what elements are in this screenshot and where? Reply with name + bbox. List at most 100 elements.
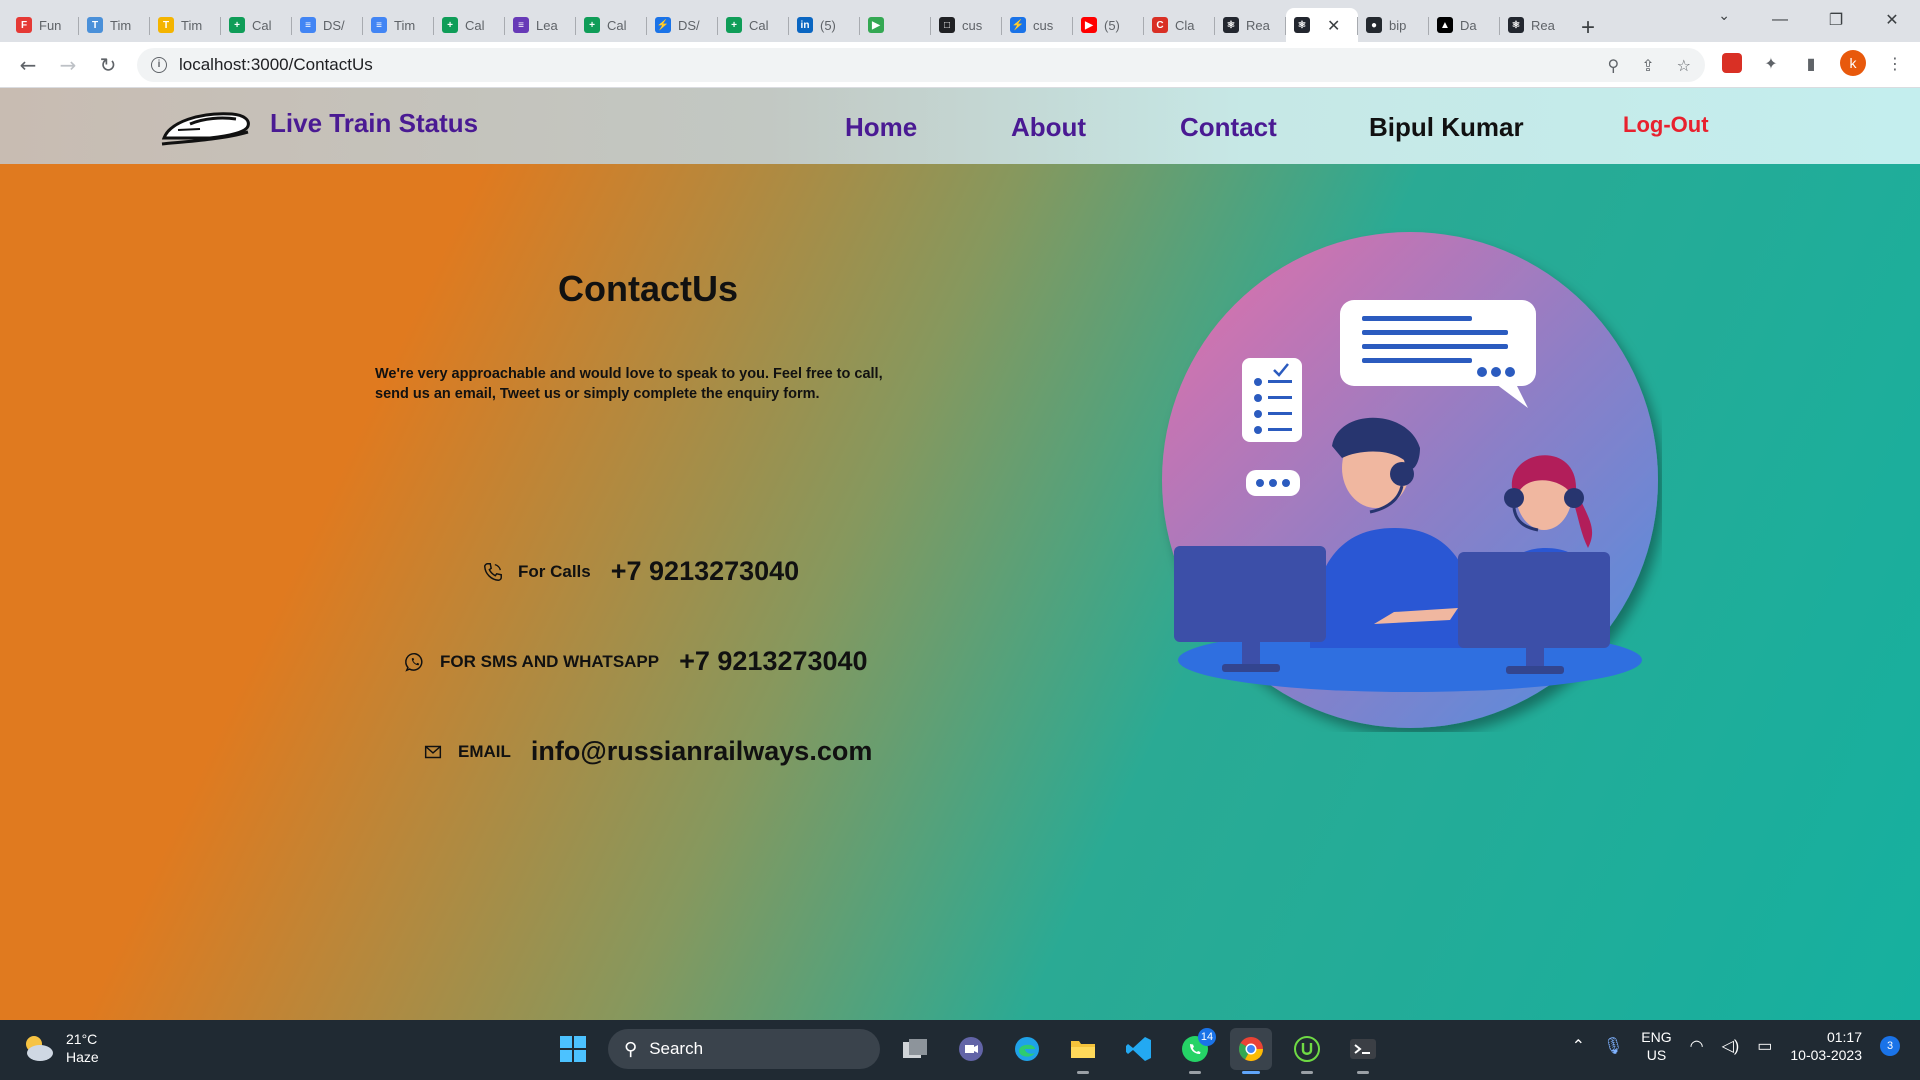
browser-tab[interactable]: T Tim (150, 8, 221, 42)
notification-badge[interactable]: 3 (1880, 1036, 1900, 1056)
share-icon[interactable]: ⇪ (1641, 56, 1654, 75)
toolbar-right: ✦ ▮ k ⋮ (1722, 50, 1906, 76)
envelope-icon (424, 745, 442, 758)
browser-tab[interactable]: ⚛ ✕ (1286, 8, 1358, 42)
browser-tab[interactable]: + Cal (718, 8, 789, 42)
battery-icon[interactable]: ▭ (1757, 1036, 1772, 1056)
restore-icon[interactable]: ❐ (1808, 10, 1864, 30)
site-brand[interactable]: Live Train Status (270, 108, 478, 139)
tab-title: Cal (607, 17, 627, 33)
browser-tab[interactable]: + Cal (221, 8, 292, 42)
forward-arrow-icon[interactable]: → (48, 53, 88, 77)
tab-favicon-icon: ≡ (300, 17, 316, 33)
calls-row: For Calls +7 9213273040 (482, 556, 799, 587)
browser-tab[interactable]: ⚡ cus (1002, 8, 1073, 42)
sms-label: FOR SMS AND WHATSAPP (440, 651, 660, 671)
tab-title: Tim (181, 17, 203, 33)
extensions-puzzle-icon[interactable]: ✦ (1760, 54, 1782, 73)
clock-time: 01:17 (1826, 1029, 1862, 1045)
window-close-icon[interactable]: ✕ (1864, 10, 1920, 30)
url-text[interactable]: localhost:3000/ContactUs (179, 55, 373, 75)
site-navbar: Live Train Status Home About Contact Bip… (0, 88, 1920, 164)
start-button[interactable] (552, 1028, 594, 1070)
browser-tab[interactable]: ▲ Da (1429, 8, 1500, 42)
minimize-icon[interactable]: — (1752, 11, 1808, 29)
clock[interactable]: 01:17 10-03-2023 (1790, 1028, 1862, 1064)
nav-home[interactable]: Home (845, 112, 917, 143)
phone-icon (484, 562, 502, 581)
clock-date: 10-03-2023 (1790, 1047, 1862, 1063)
browser-tab[interactable]: □ cus (931, 8, 1002, 42)
profile-avatar[interactable]: k (1840, 50, 1866, 76)
browser-tab[interactable]: ≡ Lea (505, 8, 576, 42)
weather-widget[interactable]: 21°C Haze (20, 1030, 99, 1066)
weather-condition: Haze (66, 1049, 99, 1065)
windows-taskbar: 21°C Haze ⚲ Search 14 ⌃ 🎙 ENG US ◠ ◁) ▭ … (0, 1020, 1920, 1080)
calls-number[interactable]: +7 9213273040 (611, 556, 799, 587)
lang-region: US (1646, 1047, 1667, 1063)
nav-about[interactable]: About (1011, 112, 1086, 143)
tab-title: DS/ (323, 17, 345, 33)
extension-icon[interactable] (1722, 53, 1742, 73)
tab-favicon-icon: ⚡ (1010, 17, 1026, 33)
taskbar-search[interactable]: ⚲ Search (608, 1029, 880, 1069)
language-indicator[interactable]: ENG US (1641, 1028, 1671, 1064)
active-indicator (1242, 1071, 1260, 1074)
volume-icon[interactable]: ◁) (1722, 1036, 1740, 1056)
chrome-button[interactable] (1230, 1028, 1272, 1074)
browser-tab[interactable]: ▶ (5) (1073, 8, 1144, 42)
site-info-icon[interactable]: i (151, 57, 167, 73)
email-address[interactable]: info@russianrailways.com (531, 736, 872, 767)
file-explorer-button[interactable] (1062, 1028, 1104, 1074)
bookmark-star-icon[interactable]: ☆ (1677, 56, 1691, 75)
terminal-button[interactable] (1342, 1028, 1384, 1074)
upwork-icon (1294, 1036, 1320, 1062)
running-indicator (1189, 1071, 1201, 1074)
browser-tab[interactable]: ⚛ Rea (1215, 8, 1286, 42)
tab-title: Cla (1175, 17, 1195, 33)
upwork-button[interactable] (1286, 1028, 1328, 1074)
browser-tab[interactable]: T Tim (79, 8, 150, 42)
back-arrow-icon[interactable]: ← (8, 53, 48, 77)
edge-browser-icon (1015, 1037, 1039, 1061)
tab-favicon-icon: + (229, 17, 245, 33)
browser-tab[interactable]: C Cla (1144, 8, 1215, 42)
browser-tab[interactable]: in (5) (789, 8, 860, 42)
weather-text: 21°C Haze (66, 1030, 99, 1066)
tab-title: Da (1460, 17, 1477, 33)
task-view-icon (903, 1039, 927, 1058)
nav-user-name[interactable]: Bipul Kumar (1369, 112, 1524, 143)
whatsapp-button[interactable]: 14 (1174, 1028, 1216, 1074)
train-logo-icon[interactable] (160, 102, 252, 150)
tab-favicon-icon: ⚛ (1508, 17, 1524, 33)
browser-tab[interactable]: ≡ Tim (363, 8, 434, 42)
browser-tab[interactable]: + Cal (576, 8, 647, 42)
teams-chat-button[interactable] (950, 1028, 992, 1070)
edge-button[interactable] (1006, 1028, 1048, 1070)
tab-search-chevron-icon[interactable]: ⌄ (1718, 8, 1730, 24)
window-controls: — ❐ ✕ (1752, 0, 1920, 40)
nav-contact[interactable]: Contact (1180, 112, 1277, 143)
wifi-icon[interactable]: ◠ (1690, 1036, 1704, 1056)
running-indicator (1077, 1071, 1089, 1074)
new-tab-button[interactable]: + (1581, 14, 1595, 42)
browser-tab[interactable]: ⚛ Rea (1500, 8, 1571, 42)
tab-close-icon[interactable]: ✕ (1327, 16, 1340, 35)
browser-tab[interactable]: ▶ (860, 8, 931, 42)
browser-menu-icon[interactable]: ⋮ (1884, 54, 1906, 73)
microphone-icon[interactable]: 🎙 (1603, 1036, 1623, 1056)
address-bar[interactable]: i localhost:3000/ContactUs ⚲ ⇪ ☆ (137, 48, 1705, 82)
logout-link[interactable]: Log-Out (1623, 112, 1709, 138)
browser-tab[interactable]: F Fun (8, 8, 79, 42)
browser-tab[interactable]: ≡ DS/ (292, 8, 363, 42)
vscode-button[interactable] (1118, 1028, 1160, 1070)
zoom-icon[interactable]: ⚲ (1608, 56, 1620, 75)
side-panel-icon[interactable]: ▮ (1800, 54, 1822, 73)
tray-overflow-chevron-icon[interactable]: ⌃ (1572, 1036, 1585, 1056)
reload-icon[interactable]: ↻ (88, 53, 128, 77)
browser-tab[interactable]: ⚡ DS/ (647, 8, 718, 42)
task-view-button[interactable] (894, 1028, 936, 1070)
browser-tab[interactable]: + Cal (434, 8, 505, 42)
browser-tab[interactable]: ● bip (1358, 8, 1429, 42)
sms-number[interactable]: +7 9213273040 (679, 646, 867, 677)
